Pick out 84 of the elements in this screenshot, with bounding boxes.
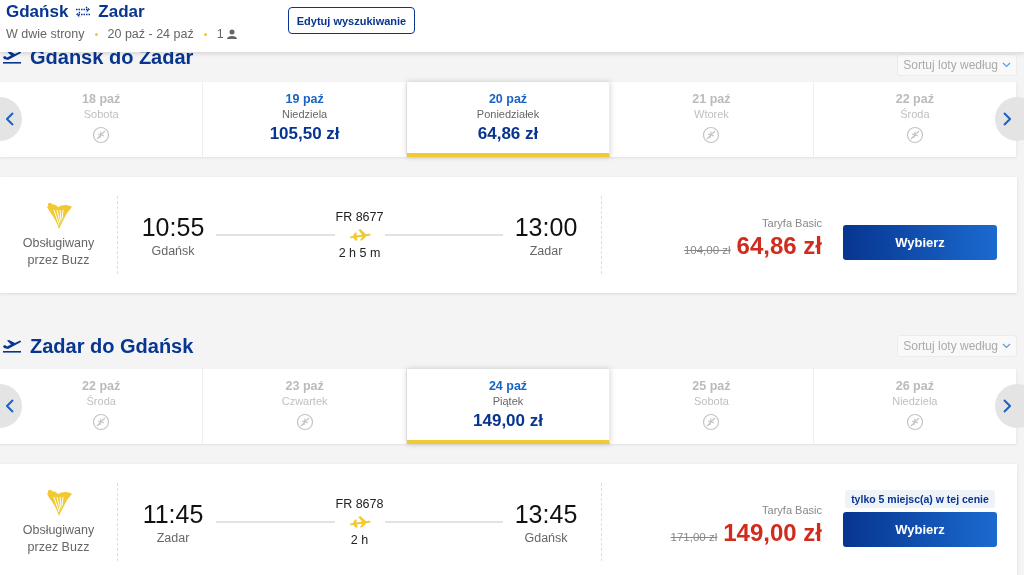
weekday-label: Środa: [86, 395, 116, 407]
date-label: 25 paź: [692, 379, 731, 393]
date-label: 20 paź: [488, 92, 528, 106]
no-flight-icon: [905, 126, 924, 144]
operator-label: Obsługiwany przez Buzz: [21, 522, 96, 556]
person-icon: [226, 29, 237, 39]
old-price: 171,00 zł: [670, 531, 718, 543]
trip-type: W dwie strony: [6, 27, 85, 41]
no-flight-icon: [702, 413, 721, 431]
date-price: 105,50 zł: [269, 124, 340, 144]
arrival-city: Zadar: [529, 243, 563, 258]
origin-city: Gdańsk: [6, 2, 69, 22]
departure-time: 10:55: [141, 212, 205, 242]
date-label: 18 paź: [82, 92, 121, 106]
date-tab[interactable]: 25 paź Sobota: [610, 369, 814, 444]
arrival-time: 13:00: [514, 212, 578, 242]
arrival-time: 13:45: [514, 499, 578, 529]
seats-left-badge: tylko 5 miejsc(a) w tej cenie: [845, 490, 995, 508]
passenger-count: 1: [216, 27, 224, 41]
date-tab[interactable]: 20 paź Poniedziałek 64,86 zł: [406, 82, 611, 157]
no-flight-icon: [295, 413, 314, 431]
flight-duration: 2 h 5 m: [338, 246, 381, 260]
no-flight-icon: [92, 413, 111, 431]
date-tab[interactable]: 22 paź Środa: [0, 369, 204, 444]
sort-dropdown[interactable]: Sortuj loty według: [897, 335, 1017, 357]
weekday-label: Niedziela: [282, 108, 328, 120]
weekday-label: Czwartek: [281, 395, 328, 407]
sort-dropdown[interactable]: Sortuj loty według: [897, 54, 1017, 76]
date-label: 21 paź: [692, 92, 731, 106]
date-label: 22 paź: [895, 92, 934, 106]
chevron-down-icon: [1002, 343, 1011, 349]
no-flight-icon: [905, 413, 924, 431]
section-title: Zadar do Gdańsk: [30, 334, 194, 358]
date-tab[interactable]: 22 paź Środa: [813, 82, 1018, 157]
weekday-label: Piątek: [492, 395, 524, 407]
select-button[interactable]: Wybierz: [843, 512, 997, 547]
date-label: 19 paź: [285, 92, 324, 106]
chevron-right-icon: [1003, 399, 1011, 413]
destination-city: Zadar: [98, 2, 145, 22]
date-tab[interactable]: 26 paź Niedziela: [813, 369, 1018, 444]
plane-icon: [348, 229, 371, 241]
old-price: 104,00 zł: [683, 244, 731, 256]
select-button[interactable]: Wybierz: [843, 225, 997, 260]
weekday-label: Sobota: [694, 395, 729, 407]
arrival-city: Gdańsk: [524, 530, 568, 545]
date-tab[interactable]: 23 paź Czwartek: [203, 369, 407, 444]
flight-number: FR 8678: [335, 497, 384, 511]
date-label: 26 paź: [895, 379, 934, 393]
date-tab[interactable]: 21 paź Wtorek: [610, 82, 814, 157]
plane-takeoff-icon: [2, 339, 22, 353]
operator-label: Obsługiwany przez Buzz: [21, 235, 96, 269]
flight-number: FR 8677: [335, 210, 384, 224]
weekday-label: Środa: [900, 108, 930, 120]
chevron-left-icon: [6, 112, 14, 126]
departure-time: 11:45: [142, 499, 204, 529]
fare-price: 149,00 zł: [723, 519, 822, 547]
round-trip-icon: [74, 6, 93, 18]
date-label: 22 paź: [82, 379, 121, 393]
flight-duration: 2 h: [350, 533, 369, 547]
departure-city: Gdańsk: [151, 243, 195, 258]
plane-icon: [348, 516, 371, 528]
weekday-label: Niedziela: [892, 395, 938, 407]
fare-price: 64,86 zł: [736, 232, 822, 260]
date-price: 149,00 zł: [473, 411, 543, 431]
chevron-down-icon: [1002, 62, 1011, 68]
plane-takeoff-icon: [2, 50, 22, 64]
edit-search-button[interactable]: Edytuj wyszukiwanie: [288, 7, 415, 34]
date-tab[interactable]: 18 paź Sobota: [0, 82, 204, 157]
date-tab[interactable]: 19 paź Niedziela 105,50 zł: [203, 82, 407, 157]
weekday-label: Sobota: [83, 108, 119, 120]
departure-city: Zadar: [156, 530, 190, 545]
date-tab[interactable]: 24 paź Piątek 149,00 zł: [406, 369, 611, 444]
no-flight-icon: [92, 126, 111, 144]
no-flight-icon: [702, 126, 721, 144]
weekday-label: Poniedziałek: [476, 108, 540, 120]
weekday-label: Wtorek: [694, 108, 729, 120]
trip-dates: 20 paź - 24 paź: [107, 27, 194, 41]
chevron-right-icon: [1003, 112, 1011, 126]
date-label: 24 paź: [488, 379, 528, 393]
fare-label: Taryfa Basic: [762, 504, 822, 516]
chevron-left-icon: [6, 399, 14, 413]
date-price: 64,86 zł: [477, 124, 539, 144]
date-label: 23 paź: [285, 379, 324, 393]
fare-label: Taryfa Basic: [762, 217, 822, 229]
